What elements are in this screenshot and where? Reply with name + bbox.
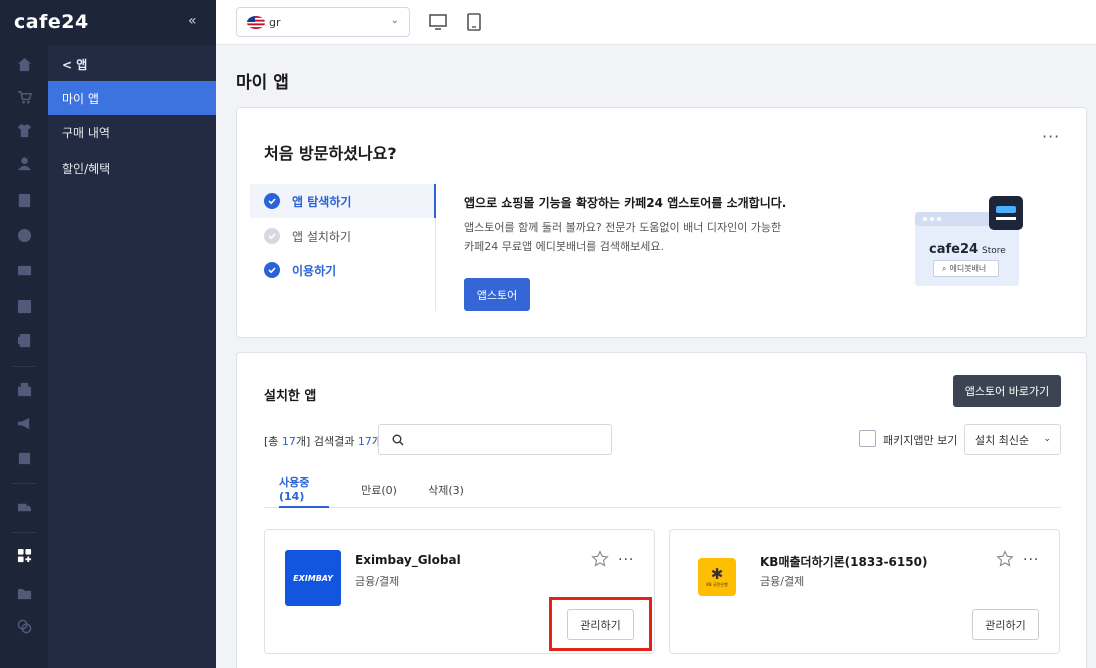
sidebar-item-my-apps[interactable]: 마이 앱	[48, 81, 216, 115]
truck-icon[interactable]	[0, 497, 48, 517]
welcome-card: 처음 방문하셨나요? ··· 앱 탐색하기 앱 설치하기 이용하기 앱으로 쇼핑…	[236, 107, 1087, 338]
sidebar-item-discounts[interactable]: 할인/혜택	[48, 151, 216, 185]
app-more-options-icon[interactable]: ···	[618, 552, 634, 568]
welcome-desc-line: 카페24 무료앱 에디봇배너를 검색해보세요.	[464, 240, 665, 253]
palette-icon[interactable]	[0, 225, 48, 245]
manage-app-button[interactable]: 관리하기	[972, 609, 1039, 640]
user-icon[interactable]	[0, 153, 48, 173]
check-circle-icon	[264, 193, 280, 209]
check-circle-icon	[264, 262, 280, 278]
app-card-kb: ✱ KB 국민은행 KB매출더하기론(1833-6150) 금융/결제 ··· …	[669, 529, 1060, 654]
tab-in-use[interactable]: 사용중(14)	[279, 471, 329, 508]
kb-bank-logo: ✱ KB 국민은행	[698, 558, 736, 596]
step-explore-apps[interactable]: 앱 탐색하기	[250, 184, 436, 218]
back-to-apps-link[interactable]: < 앱	[48, 47, 216, 81]
receipt-icon[interactable]	[0, 448, 48, 468]
shirt-icon[interactable]	[0, 120, 48, 140]
package-only-label: 패키지앱만 보기	[883, 434, 958, 447]
step-install-app[interactable]: 앱 설치하기	[250, 219, 436, 253]
eximbay-logo: EXIMBAY	[285, 550, 341, 606]
illus-brand: cafe24 Store	[929, 242, 1006, 257]
language-value: gr	[269, 15, 281, 29]
excel-icon[interactable]	[0, 330, 48, 350]
app-search-box[interactable]	[378, 424, 612, 455]
step-label: 앱 설치하기	[292, 229, 352, 244]
search-icon	[392, 434, 404, 446]
us-flag-icon	[247, 15, 265, 29]
search-icon: ⌕	[942, 263, 947, 273]
rail-divider	[12, 483, 36, 484]
megaphone-icon[interactable]	[0, 413, 48, 433]
store-icon[interactable]	[0, 379, 48, 399]
welcome-desc-line: 앱스토어를 함께 둘러 볼까요? 전문가 도움없이 배너 디자인이 가능한	[464, 221, 782, 234]
app-category: 금융/결제	[760, 575, 805, 588]
app-name: KB매출더하기론(1833-6150)	[760, 555, 928, 569]
apps-icon[interactable]	[0, 545, 48, 565]
app-name: Eximbay_Global	[355, 553, 461, 567]
stats-icon[interactable]	[0, 296, 48, 316]
step-label: 앱 탐색하기	[292, 194, 352, 209]
step-use-app[interactable]: 이용하기	[250, 253, 436, 287]
package-only-checkbox[interactable]	[859, 430, 876, 447]
rail-divider	[12, 366, 36, 367]
sort-select[interactable]: 설치 최신순 ⌄	[964, 424, 1061, 455]
page-title: 마이 앱	[236, 73, 289, 93]
brand-bar: cafe24 «	[0, 0, 216, 45]
onboarding-steps: 앱 탐색하기 앱 설치하기 이용하기	[250, 183, 436, 311]
app-category: 금융/결제	[355, 575, 400, 588]
collapse-sidebar-button[interactable]: «	[188, 13, 197, 29]
go-to-app-store-button[interactable]: 앱스토어 바로가기	[953, 375, 1061, 407]
chevron-down-icon: ⌄	[390, 15, 399, 26]
illus-search-box: ⌕ 에디봇배너	[933, 260, 999, 277]
kb-star-icon: ✱	[710, 565, 724, 583]
welcome-heading: 앱으로 쇼핑몰 기능을 확장하는 카페24 앱스토어를 소개합니다.	[464, 196, 787, 210]
check-circle-icon	[264, 228, 280, 244]
more-options-icon[interactable]: ···	[1042, 129, 1060, 145]
welcome-description: 앱스토어를 함께 둘러 볼까요? 전문가 도움없이 배너 디자인이 가능한 카페…	[464, 218, 784, 256]
folder-icon[interactable]	[0, 583, 48, 603]
language-select[interactable]: gr ⌄	[236, 7, 410, 37]
app-status-tabs: 사용중(14) 만료(0) 삭제(3)	[264, 471, 1061, 508]
top-bar: gr ⌄	[216, 0, 1096, 45]
tab-deleted[interactable]: 삭제(3)	[424, 471, 468, 508]
app-store-button[interactable]: 앱스토어	[464, 278, 530, 311]
chevron-down-icon: ⌄	[1043, 434, 1051, 444]
mobile-icon[interactable]	[464, 12, 484, 32]
sidebar-item-purchase-history[interactable]: 구매 내역	[48, 115, 216, 149]
icon-rail	[0, 45, 48, 668]
cafe24-logo[interactable]: cafe24	[14, 11, 89, 33]
welcome-title: 처음 방문하셨나요?	[264, 144, 397, 163]
step-label: 이용하기	[292, 263, 337, 278]
home-icon[interactable]	[0, 54, 48, 74]
rail-divider	[12, 532, 36, 533]
star-favorite-icon[interactable]	[996, 550, 1014, 568]
app-search-input[interactable]	[411, 429, 605, 451]
app-card-eximbay: EXIMBAY Eximbay_Global 금융/결제 ··· 관리하기	[264, 529, 655, 654]
sub-sidebar: < 앱 마이 앱 구매 내역 할인/혜택	[48, 45, 216, 668]
installed-apps-card: 설치한 앱 앱스토어 바로가기 [총 17개] 검색결과 17개 패키지앱만 보…	[236, 352, 1087, 668]
desktop-icon[interactable]	[428, 12, 448, 32]
star-favorite-icon[interactable]	[591, 550, 609, 568]
result-count: [총 17개] 검색결과 17개	[264, 435, 382, 448]
copy-icon[interactable]	[0, 616, 48, 636]
promo-icon[interactable]	[0, 260, 48, 280]
app-store-illustration: cafe24 Store ⌕ 에디봇배너	[915, 196, 1025, 290]
installed-apps-title: 설치한 앱	[264, 389, 317, 404]
tab-expired[interactable]: 만료(0)	[354, 471, 404, 508]
app-more-options-icon[interactable]: ···	[1023, 552, 1039, 568]
cart-icon[interactable]	[0, 87, 48, 107]
board-icon[interactable]	[0, 190, 48, 210]
manage-app-button[interactable]: 관리하기	[567, 609, 634, 640]
